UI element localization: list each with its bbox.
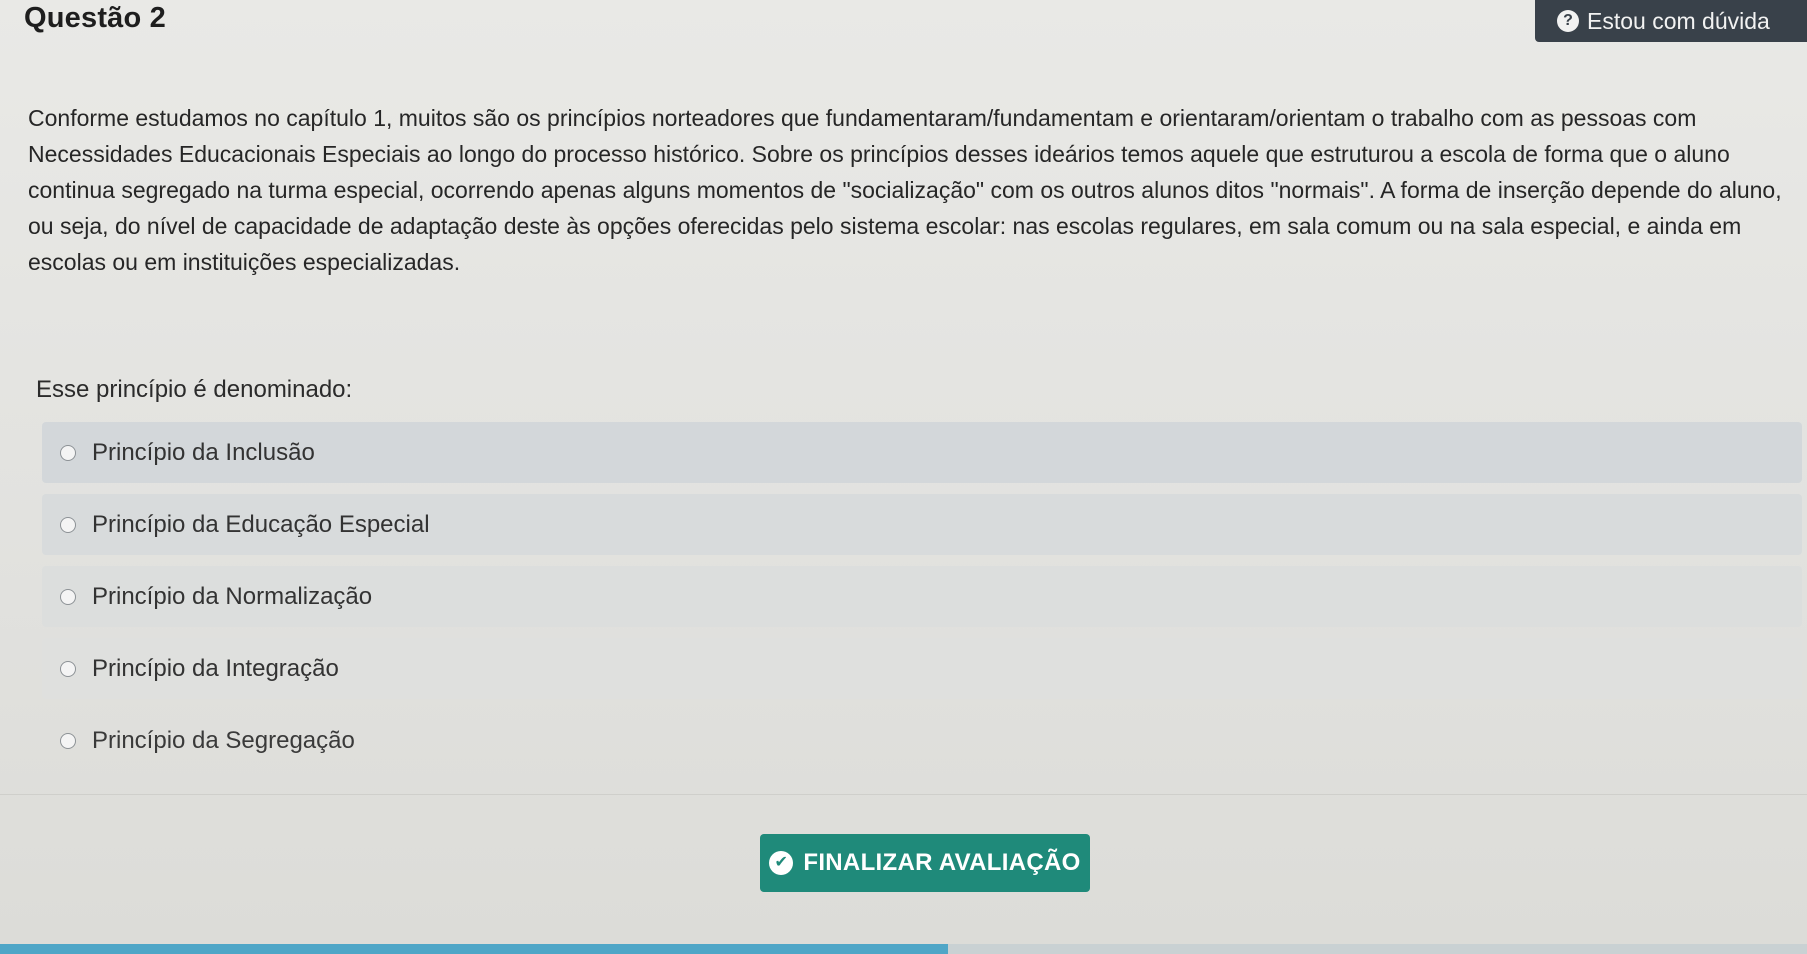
- page: Questão 2 ? Estou com dúvida Conforme es…: [0, 0, 1807, 954]
- answer-option-label: Princípio da Segregação: [92, 726, 355, 754]
- answer-option[interactable]: Princípio da Normalização: [42, 566, 1802, 627]
- finish-button-label: FINALIZAR AVALIAÇÃO: [803, 849, 1081, 876]
- radio-button[interactable]: [60, 444, 76, 461]
- radio-button[interactable]: [60, 660, 76, 677]
- radio-button[interactable]: [60, 588, 76, 605]
- section-divider: [0, 794, 1807, 795]
- answer-option-label: Princípio da Integração: [92, 654, 339, 682]
- progress-bar-track: [948, 944, 1807, 954]
- check-circle-icon: ✔: [769, 851, 794, 875]
- answer-options: Princípio da Inclusão Princípio da Educa…: [42, 422, 1802, 782]
- finish-assessment-button[interactable]: ✔ FINALIZAR AVALIAÇÃO: [760, 834, 1090, 892]
- question-title: Questão 2: [24, 2, 167, 34]
- help-button-label: Estou com dúvida: [1587, 7, 1770, 34]
- radio-button[interactable]: [60, 516, 76, 533]
- answer-option-label: Princípio da Normalização: [92, 582, 373, 610]
- answer-option[interactable]: Princípio da Educação Especial: [42, 494, 1802, 555]
- answer-option[interactable]: Princípio da Inclusão: [42, 422, 1802, 483]
- question-prompt: Esse princípio é denominado:: [36, 376, 353, 403]
- progress-bar: [0, 944, 948, 954]
- answer-option[interactable]: Princípio da Integração: [42, 638, 1802, 699]
- help-button[interactable]: ? Estou com dúvida: [1535, 0, 1807, 42]
- radio-button[interactable]: [60, 732, 76, 749]
- question-statement: Conforme estudamos no capítulo 1, muitos…: [28, 105, 1782, 275]
- answer-option[interactable]: Princípio da Segregação: [42, 710, 1802, 771]
- question-circle-icon: ?: [1557, 10, 1579, 32]
- answer-option-label: Princípio da Educação Especial: [92, 510, 430, 538]
- answer-option-label: Princípio da Inclusão: [92, 438, 315, 466]
